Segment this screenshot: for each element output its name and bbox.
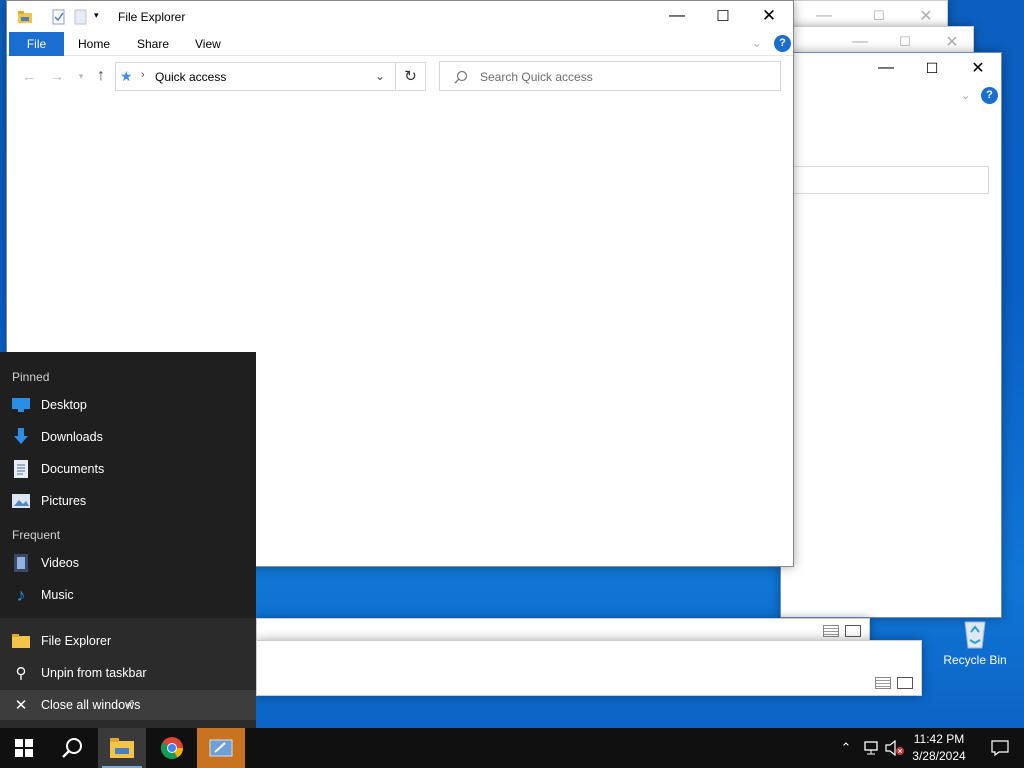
refresh-icon[interactable]: ↻ [396,62,426,91]
search-icon [454,70,468,84]
recycle-bin-icon [964,621,986,649]
large-icons-view-icon[interactable] [897,677,913,689]
quick-access-star-icon: ★ [120,68,133,84]
help-icon[interactable]: ? [981,87,998,104]
recycle-bin-label: Recycle Bin [943,653,1007,667]
jumplist-item-label: Music [41,588,74,602]
jumplist-item-pictures[interactable]: Pictures [0,486,256,516]
jumplist-item-label: Videos [41,556,79,570]
clock-date[interactable]: 3/28/2024 [906,749,972,763]
file-explorer-icon [110,738,134,758]
jumplist-task-label: Unpin from taskbar [41,666,147,680]
view-toggle[interactable] [875,677,913,689]
windows-logo-icon [15,739,33,757]
jumplist-item-label: Documents [41,462,105,476]
large-icons-view-icon[interactable] [845,625,861,637]
close-icon[interactable]: ✕ [746,1,792,31]
taskbar-chrome[interactable] [148,728,196,768]
search-button[interactable] [48,728,96,768]
recycle-bin-shortcut[interactable]: Recycle Bin [940,612,1010,672]
taskbar: ⌃ 11:42 PM 3/28/2024 [0,728,1024,768]
show-hidden-icons-button[interactable]: ⌃ [836,728,856,768]
taskbar-jump-list: Pinned Desktop Downloads Documents Pictu… [0,352,256,728]
new-folder-icon[interactable] [73,9,89,25]
jumplist-item-downloads[interactable]: Downloads [0,422,256,452]
customize-toolbar-icon[interactable]: ▾ [94,10,99,21]
navigation-bar: ← → ▾ ↑ ★ › Quick access ⌄ ↻ Search Quic… [7,57,793,95]
search-icon [62,738,82,758]
jumplist-item-label: Downloads [41,430,103,444]
breadcrumb-separator-icon[interactable]: › [141,69,145,81]
start-button[interactable] [0,728,48,768]
recent-locations-icon[interactable]: ▾ [71,68,91,84]
search-placeholder: Search Quick access [480,70,593,84]
volume-muted-icon[interactable] [884,728,906,768]
unpin-icon: ⚲ [15,665,27,682]
tab-share[interactable]: Share [123,32,183,56]
minimize-icon[interactable]: — [863,53,909,83]
clock-time[interactable]: 11:42 PM [906,732,972,746]
chevron-up-icon: ⌃ [840,740,852,755]
details-view-icon[interactable] [875,677,891,689]
notification-icon [991,740,1009,756]
jumplist-item-label: Desktop [41,398,87,412]
expand-ribbon-icon[interactable]: ⌄ [752,36,762,50]
jumplist-item-documents[interactable]: Documents [0,454,256,484]
chrome-icon [161,737,183,759]
file-explorer-app-icon [18,11,32,23]
forward-icon[interactable]: → [47,68,67,84]
downloads-folder-icon [12,428,30,446]
close-icon[interactable]: ✕ [955,53,1001,83]
view-toggle[interactable] [823,625,861,637]
jumplist-item-desktop[interactable]: Desktop [0,390,256,420]
maximize-icon[interactable]: ☐ [700,1,746,31]
jumplist-item-music[interactable]: ♪ Music [0,580,256,610]
tab-view[interactable]: View [181,32,235,56]
pictures-folder-icon [12,492,30,510]
documents-folder-icon [12,460,30,478]
address-text[interactable]: Quick access [155,70,226,84]
address-bar[interactable]: ★ › Quick access ⌄ [115,62,396,91]
videos-folder-icon [12,554,30,572]
details-view-icon[interactable] [823,625,839,637]
tab-home[interactable]: Home [64,32,124,56]
ribbon-tabs: File Home Share View ⌄ ? [7,32,793,56]
app-window-icon [209,739,233,757]
search-input[interactable]: Search Quick access [439,61,781,91]
jumplist-task-label: File Explorer [41,634,112,648]
network-icon[interactable] [860,728,882,768]
close-icon: ✕ [14,697,28,714]
properties-icon[interactable] [51,9,67,25]
taskbar-app-window[interactable] [197,728,245,768]
back-icon[interactable]: ← [19,68,39,84]
jumplist-unpin-from-taskbar[interactable]: ⚲ Unpin from taskbar [0,658,256,688]
chevron-down-icon[interactable]: ⌄ [961,89,970,102]
desktop-folder-icon [12,396,30,414]
jumplist-item-label: Pictures [41,494,87,508]
file-explorer-icon [12,632,30,650]
pinned-header: Pinned [12,370,50,384]
jumplist-item-videos[interactable]: Videos [0,548,256,578]
background-window-bottom-2[interactable] [256,640,922,696]
minimize-icon[interactable]: — [654,1,700,31]
jumplist-open-file-explorer[interactable]: File Explorer [0,626,256,656]
background-window-1[interactable]: — ☐ ✕ ⌄ ? [780,52,1002,618]
taskbar-file-explorer[interactable] [98,728,146,768]
title-bar[interactable]: ▾ File Explorer — ☐ ✕ [7,1,793,32]
ribbon-strip: ⌄ ? [781,85,1001,109]
music-note-icon: ♪ [16,584,26,605]
tab-file[interactable]: File [9,32,64,56]
search-box-background[interactable] [793,166,989,194]
action-center-button[interactable] [976,728,1024,768]
address-dropdown-icon[interactable]: ⌄ [375,69,385,83]
help-icon[interactable]: ? [774,35,791,52]
frequent-header: Frequent [12,528,61,542]
maximize-icon[interactable]: ☐ [909,53,955,83]
up-icon[interactable]: ↑ [91,68,111,84]
window-title: File Explorer [118,10,186,24]
